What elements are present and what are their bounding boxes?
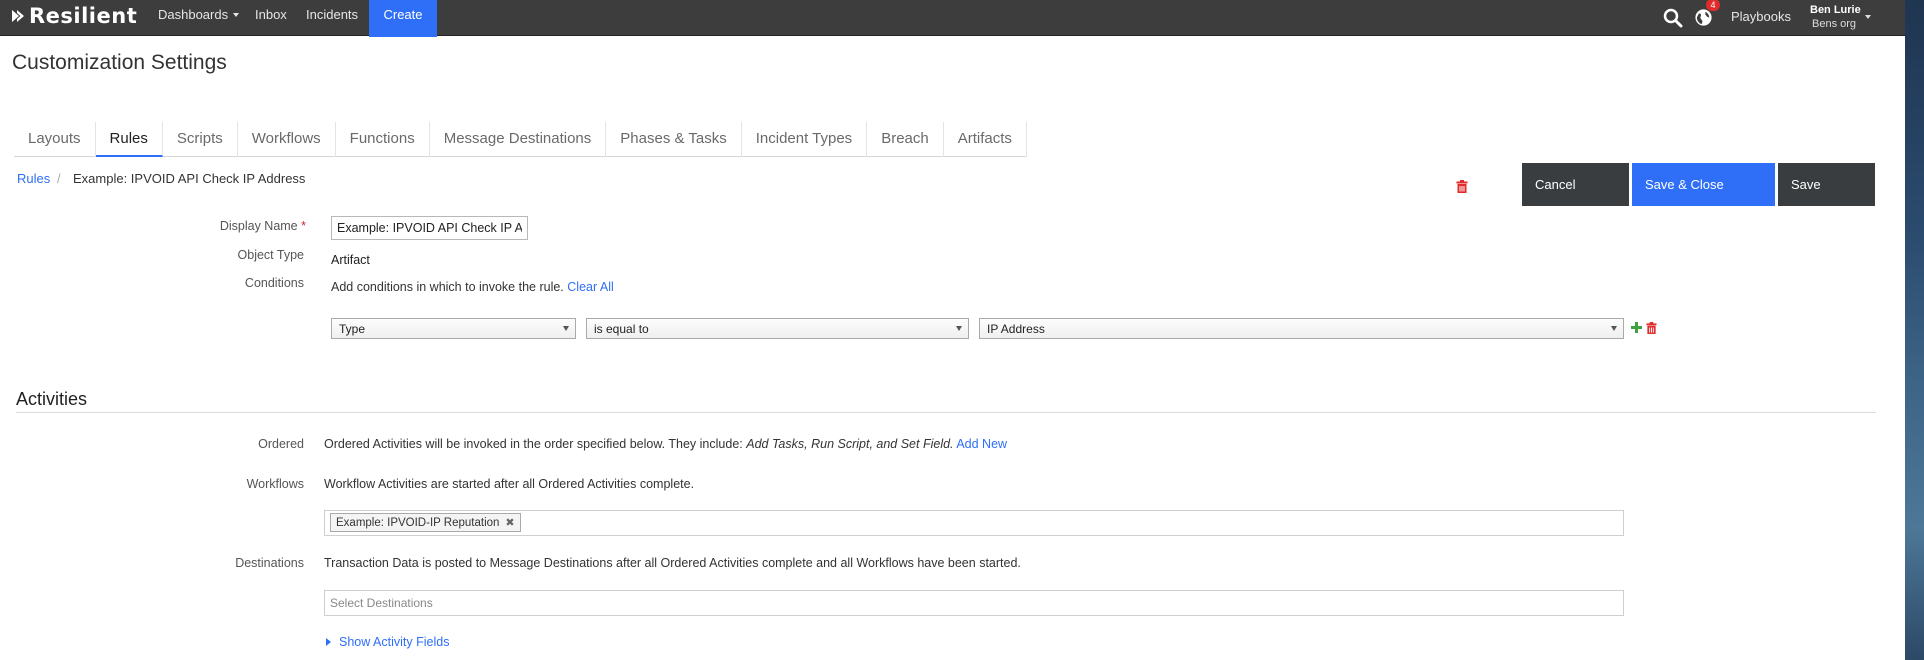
tab-phases-tasks[interactable]: Phases & Tasks [606,122,742,157]
tab-artifacts[interactable]: Artifacts [944,122,1027,157]
conditions-description: Add conditions in which to invoke the ru… [331,280,614,294]
tab-functions[interactable]: Functions [336,122,430,157]
resilient-logo[interactable]: Resilient [10,3,137,29]
nav-inbox[interactable]: Inbox [255,0,287,36]
page-title: Customization Settings [12,51,227,74]
destinations-placeholder[interactable]: Select Destinations [330,596,433,610]
logo-mark-icon [12,10,24,22]
notification-badge[interactable]: 4 [1706,0,1720,11]
required-marker: * [301,219,306,233]
tab-rules[interactable]: Rules [95,122,163,157]
object-type-value: Artifact [331,253,370,267]
destinations-multiselect[interactable] [324,590,1624,616]
user-menu-chevron-down-icon[interactable] [1865,15,1871,19]
condition-operator-value: is equal to [594,322,649,336]
tab-incident-types[interactable]: Incident Types [742,122,868,157]
ordered-label: Ordered [258,437,304,451]
chevron-down-icon [1611,326,1617,331]
save-button[interactable]: Save [1778,163,1875,206]
add-new-link[interactable]: Add New [956,437,1007,451]
workflows-label: Workflows [246,477,304,491]
destinations-label: Destinations [235,556,304,570]
activities-heading: Activities [16,389,88,409]
close-icon[interactable]: ✖ [505,516,514,529]
user-name[interactable]: Ben Lurie [1810,4,1861,16]
show-activity-fields-label: Show Activity Fields [339,635,450,649]
display-name-input[interactable] [331,216,528,240]
delete-rule-trash-icon[interactable] [1456,180,1468,193]
nav-create-button[interactable]: Create [369,0,437,37]
condition-field-select[interactable]: Type [331,318,576,339]
logo-text: Resilient [29,4,138,28]
ordered-description: Ordered Activities will be invoked in th… [324,437,1007,451]
chevron-down-icon [563,326,569,331]
add-condition-plus-icon[interactable] [1631,322,1642,333]
desktop-background-strip [1905,0,1924,660]
conditions-text: Add conditions in which to invoke the ru… [331,280,564,294]
save-and-close-button[interactable]: Save & Close [1632,163,1775,206]
tab-breach[interactable]: Breach [867,122,944,157]
user-org[interactable]: Bens org [1812,18,1856,30]
condition-value-value: IP Address [987,322,1045,336]
condition-operator-select[interactable]: is equal to [586,318,969,339]
tab-message-destinations[interactable]: Message Destinations [430,122,607,157]
ordered-items: Add Tasks, Run Script, and Set Field. [746,437,954,451]
nav-dashboards[interactable]: Dashboards [158,0,239,36]
tab-scripts[interactable]: Scripts [163,122,238,157]
caret-right-icon [326,638,331,646]
tab-layouts[interactable]: Layouts [14,122,96,157]
workflow-tag-label: Example: IPVOID-IP Reputation [336,516,500,529]
condition-field-value: Type [339,322,366,336]
workflows-description: Workflow Activities are started after al… [324,477,695,491]
destinations-description: Transaction Data is posted to Message De… [324,556,1021,570]
tab-workflows[interactable]: Workflows [238,122,336,157]
chevron-down-icon [956,326,962,331]
cancel-button[interactable]: Cancel [1522,163,1629,206]
display-name-label: Display Name * [186,219,306,233]
nav-incidents[interactable]: Incidents [306,0,358,36]
clear-all-link[interactable]: Clear All [567,280,614,294]
show-activity-fields-toggle[interactable]: Show Activity Fields [326,635,449,649]
remove-condition-trash-icon[interactable] [1646,322,1657,334]
top-navigation-bar: Resilient Dashboards Inbox Incidents [0,0,1905,36]
activities-divider [16,412,1876,413]
nav-playbooks[interactable]: Playbooks [1731,0,1791,33]
condition-value-select[interactable]: IP Address [979,318,1624,339]
object-type-label: Object Type [237,248,304,262]
workflow-tag: Example: IPVOID-IP Reputation ✖ [330,513,521,532]
breadcrumb-rules-link[interactable]: Rules [17,171,50,186]
conditions-label: Conditions [244,276,304,290]
ordered-text: Ordered Activities will be invoked in th… [324,437,743,451]
search-icon[interactable] [1663,8,1683,28]
display-name-label-text: Display Name [219,219,298,233]
breadcrumb-separator: / [57,171,61,186]
settings-tabs: Layouts Rules Scripts Workflows Function… [14,122,1027,157]
breadcrumb-current: Example: IPVOID API Check IP Address [73,171,306,186]
